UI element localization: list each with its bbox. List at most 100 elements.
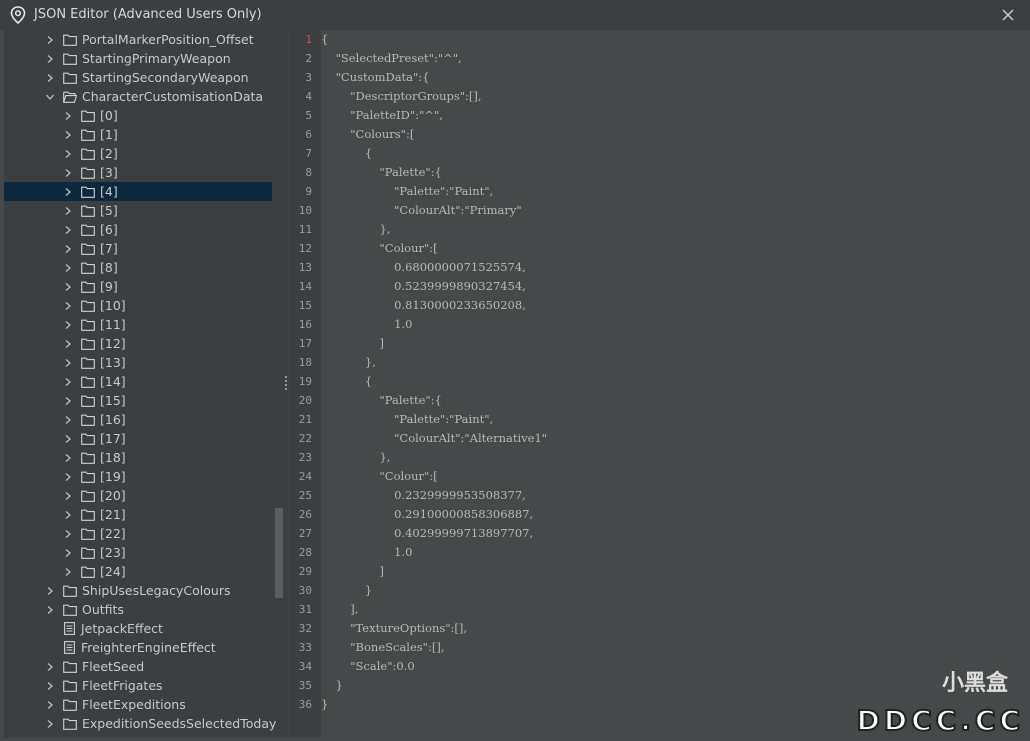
code-text[interactable]: "Colour":[ <box>321 467 437 486</box>
chevron-right-icon[interactable] <box>62 167 74 179</box>
code-text[interactable]: "SelectedPreset":"^", <box>321 49 462 68</box>
tree-item[interactable]: [12] <box>4 334 272 353</box>
tree-item[interactable]: FleetSeed <box>4 657 272 676</box>
tree-item[interactable]: FleetExpeditions <box>4 695 272 714</box>
tree-item[interactable]: [21] <box>4 505 272 524</box>
chevron-right-icon[interactable] <box>44 680 56 692</box>
tree-item[interactable]: [8] <box>4 258 272 277</box>
chevron-right-icon[interactable] <box>62 129 74 141</box>
code-text[interactable]: "TextureOptions":[], <box>321 619 467 638</box>
chevron-right-icon[interactable] <box>62 300 74 312</box>
code-text[interactable]: } <box>321 581 372 600</box>
code-text[interactable]: "Palette":"Paint", <box>321 182 493 201</box>
code-text[interactable]: 1.0 <box>321 543 412 562</box>
tree-item[interactable]: JetpackEffect <box>4 619 272 638</box>
tree-item[interactable]: [22] <box>4 524 272 543</box>
tree-item[interactable]: [13] <box>4 353 272 372</box>
chevron-right-icon[interactable] <box>62 528 74 540</box>
tree-item[interactable]: [4] <box>4 182 272 201</box>
tree-item[interactable]: FreighterEngineEffect <box>4 638 272 657</box>
tree-item[interactable]: [10] <box>4 296 272 315</box>
code-text[interactable]: "Palette":{ <box>321 391 441 410</box>
tree-item[interactable]: StartingPrimaryWeapon <box>4 49 272 68</box>
tree-item[interactable]: [24] <box>4 562 272 581</box>
chevron-right-icon[interactable] <box>62 433 74 445</box>
tree-item[interactable]: CharacterCustomisationData <box>4 87 272 106</box>
chevron-right-icon[interactable] <box>62 414 74 426</box>
chevron-right-icon[interactable] <box>44 699 56 711</box>
chevron-right-icon[interactable] <box>44 585 56 597</box>
chevron-right-icon[interactable] <box>62 205 74 217</box>
tree-item[interactable]: ExpeditionSeedsSelectedToday <box>4 714 276 733</box>
tree-item[interactable]: [20] <box>4 486 272 505</box>
chevron-right-icon[interactable] <box>62 471 74 483</box>
code-text[interactable]: ], <box>321 600 358 619</box>
chevron-right-icon[interactable] <box>62 376 74 388</box>
code-text[interactable]: "ColourAlt":"Primary" <box>321 201 522 220</box>
tree-item[interactable]: PortalMarkerPosition_Offset <box>4 30 272 49</box>
tree-item[interactable]: [6] <box>4 220 272 239</box>
chevron-right-icon[interactable] <box>62 148 74 160</box>
chevron-right-icon[interactable] <box>62 319 74 331</box>
code-text[interactable]: 0.6800000071525574, <box>321 258 526 277</box>
chevron-right-icon[interactable] <box>44 34 56 46</box>
code-text[interactable]: 0.29100000858306887, <box>321 505 533 524</box>
tree-item[interactable]: StartingSecondaryWeapon <box>4 68 272 87</box>
code-text[interactable]: 1.0 <box>321 315 412 334</box>
chevron-right-icon[interactable] <box>62 224 74 236</box>
tree-item[interactable]: [17] <box>4 429 272 448</box>
json-code-editor[interactable]: 1{2 "SelectedPreset":"^", 3 "CustomData":… <box>290 30 1028 738</box>
code-text[interactable]: "Palette":"Paint", <box>321 410 493 429</box>
code-text[interactable]: }, <box>321 448 390 467</box>
tree-item[interactable]: [7] <box>4 239 272 258</box>
chevron-right-icon[interactable] <box>62 547 74 559</box>
chevron-right-icon[interactable] <box>62 262 74 274</box>
code-text[interactable]: 0.5239999890327454, <box>321 277 526 296</box>
chevron-right-icon[interactable] <box>62 490 74 502</box>
code-text[interactable]: } <box>321 676 343 695</box>
code-text[interactable]: "DescriptorGroups":[], <box>321 87 481 106</box>
tree-item[interactable]: [1] <box>4 125 272 144</box>
chevron-right-icon[interactable] <box>62 243 74 255</box>
tree-item[interactable]: [11] <box>4 315 272 334</box>
tree-item[interactable]: ShipUsesLegacyColours <box>4 581 272 600</box>
code-text[interactable]: "BoneScales":[], <box>321 638 444 657</box>
code-text[interactable]: 0.40299999713897707, <box>321 524 533 543</box>
code-text[interactable]: "Colours":[ <box>321 125 414 144</box>
code-text[interactable]: } <box>321 695 328 714</box>
code-text[interactable]: { <box>321 144 372 163</box>
tree-item[interactable]: [18] <box>4 448 272 467</box>
code-text[interactable]: "Scale":0.0 <box>321 657 414 676</box>
tree-item[interactable]: [14] <box>4 372 272 391</box>
chevron-right-icon[interactable] <box>44 72 56 84</box>
chevron-right-icon[interactable] <box>62 509 74 521</box>
chevron-right-icon[interactable] <box>44 718 56 730</box>
code-text[interactable]: "CustomData":{ <box>321 68 430 87</box>
tree-item[interactable]: [9] <box>4 277 272 296</box>
chevron-right-icon[interactable] <box>44 661 56 673</box>
code-text[interactable]: 0.8130000233650208, <box>321 296 526 315</box>
chevron-right-icon[interactable] <box>62 338 74 350</box>
splitter-grip-icon[interactable] <box>285 376 287 390</box>
chevron-right-icon[interactable] <box>62 281 74 293</box>
tree-item[interactable]: Outfits <box>4 600 272 619</box>
chevron-right-icon[interactable] <box>62 395 74 407</box>
code-text[interactable]: ] <box>321 562 384 581</box>
chevron-right-icon[interactable] <box>44 53 56 65</box>
code-text[interactable]: "ColourAlt":"Alternative1" <box>321 429 547 448</box>
json-tree-panel[interactable]: PortalMarkerPosition_Offset StartingPrima… <box>4 30 284 738</box>
code-text[interactable]: { <box>321 372 372 391</box>
tree-scrollbar-thumb[interactable] <box>275 508 283 598</box>
chevron-right-icon[interactable] <box>62 566 74 578</box>
tree-item[interactable]: [0] <box>4 106 272 125</box>
code-text[interactable]: "PaletteID":"^", <box>321 106 443 125</box>
chevron-right-icon[interactable] <box>62 186 74 198</box>
close-button[interactable] <box>998 5 1018 25</box>
tree-item[interactable]: [2] <box>4 144 272 163</box>
chevron-right-icon[interactable] <box>62 357 74 369</box>
chevron-right-icon[interactable] <box>62 452 74 464</box>
code-text[interactable]: }, <box>321 220 390 239</box>
code-text[interactable]: 0.2329999953508377, <box>321 486 526 505</box>
code-text[interactable]: ] <box>321 334 384 353</box>
code-text[interactable]: }, <box>321 353 376 372</box>
